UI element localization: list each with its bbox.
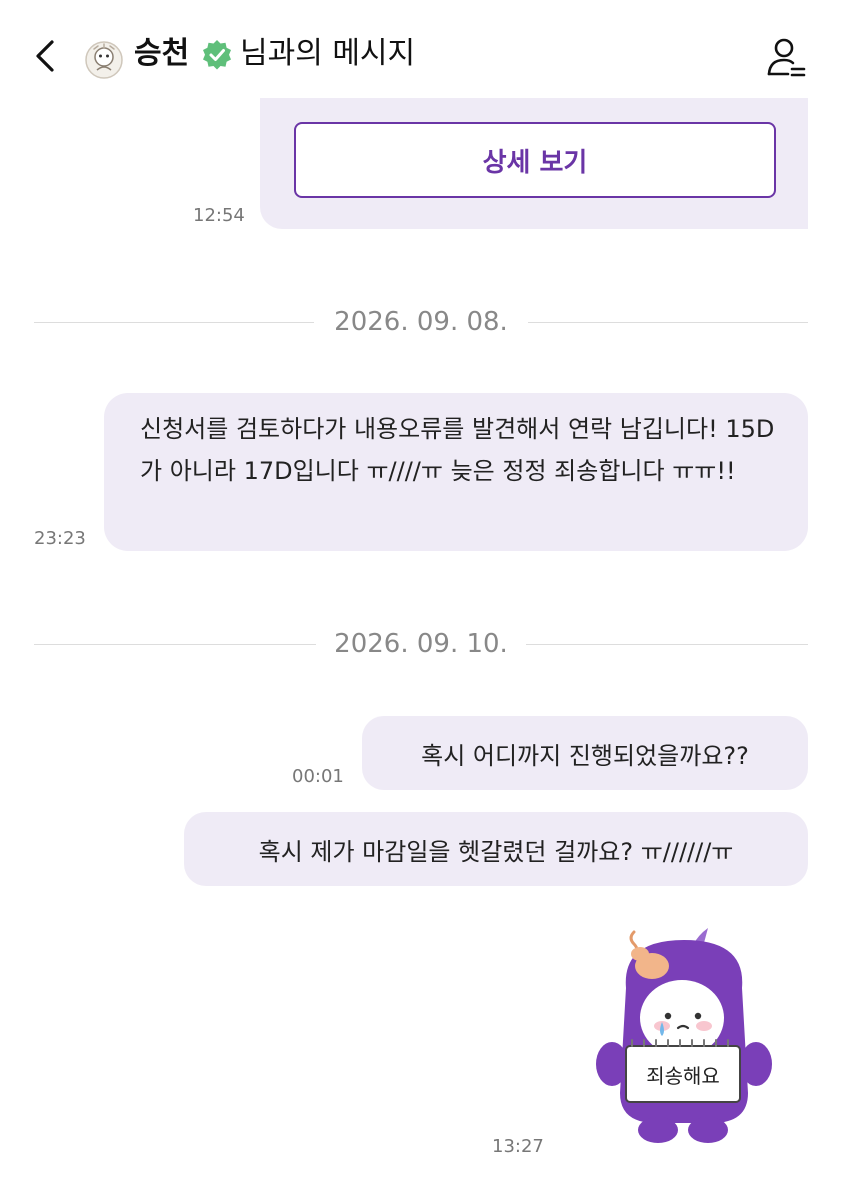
verified-check-icon xyxy=(203,40,231,70)
header-bar: 승천 님과의 메시지 xyxy=(0,0,842,100)
header-title-suffix: 님과의 메시지 xyxy=(240,36,416,71)
message-time: 13:27 xyxy=(492,1136,544,1157)
date-separator: 2026. 09. 10. xyxy=(34,624,808,664)
date-separator: 2026. 09. 08. xyxy=(34,302,808,342)
profile-menu-icon[interactable] xyxy=(764,36,808,80)
message-text: 혹시 제가 마감일을 헷갈렸던 걸까요? ㅠ//////ㅠ xyxy=(258,837,734,866)
apology-sticker: 죄송해요 xyxy=(596,928,772,1143)
date-label: 2026. 09. 10. xyxy=(334,629,508,659)
message-time: 00:01 xyxy=(292,766,344,787)
view-details-button[interactable]: 상세 보기 xyxy=(294,122,776,198)
message-time: 23:23 xyxy=(34,528,86,549)
date-label: 2026. 09. 08. xyxy=(334,307,508,337)
message-text: 신청서를 검토하다가 내용오류를 발견해서 연락 남깁니다! 15D가 아니라 … xyxy=(140,415,775,485)
avatar[interactable] xyxy=(84,40,124,80)
message-time: 12:54 xyxy=(193,205,245,226)
chevron-left-icon[interactable] xyxy=(28,36,64,76)
sticker-sign-text: 죄송해요 xyxy=(646,1064,720,1088)
message-text: 혹시 어디까지 진행되었을까요?? xyxy=(421,741,749,770)
contact-name: 승천 xyxy=(134,36,190,71)
